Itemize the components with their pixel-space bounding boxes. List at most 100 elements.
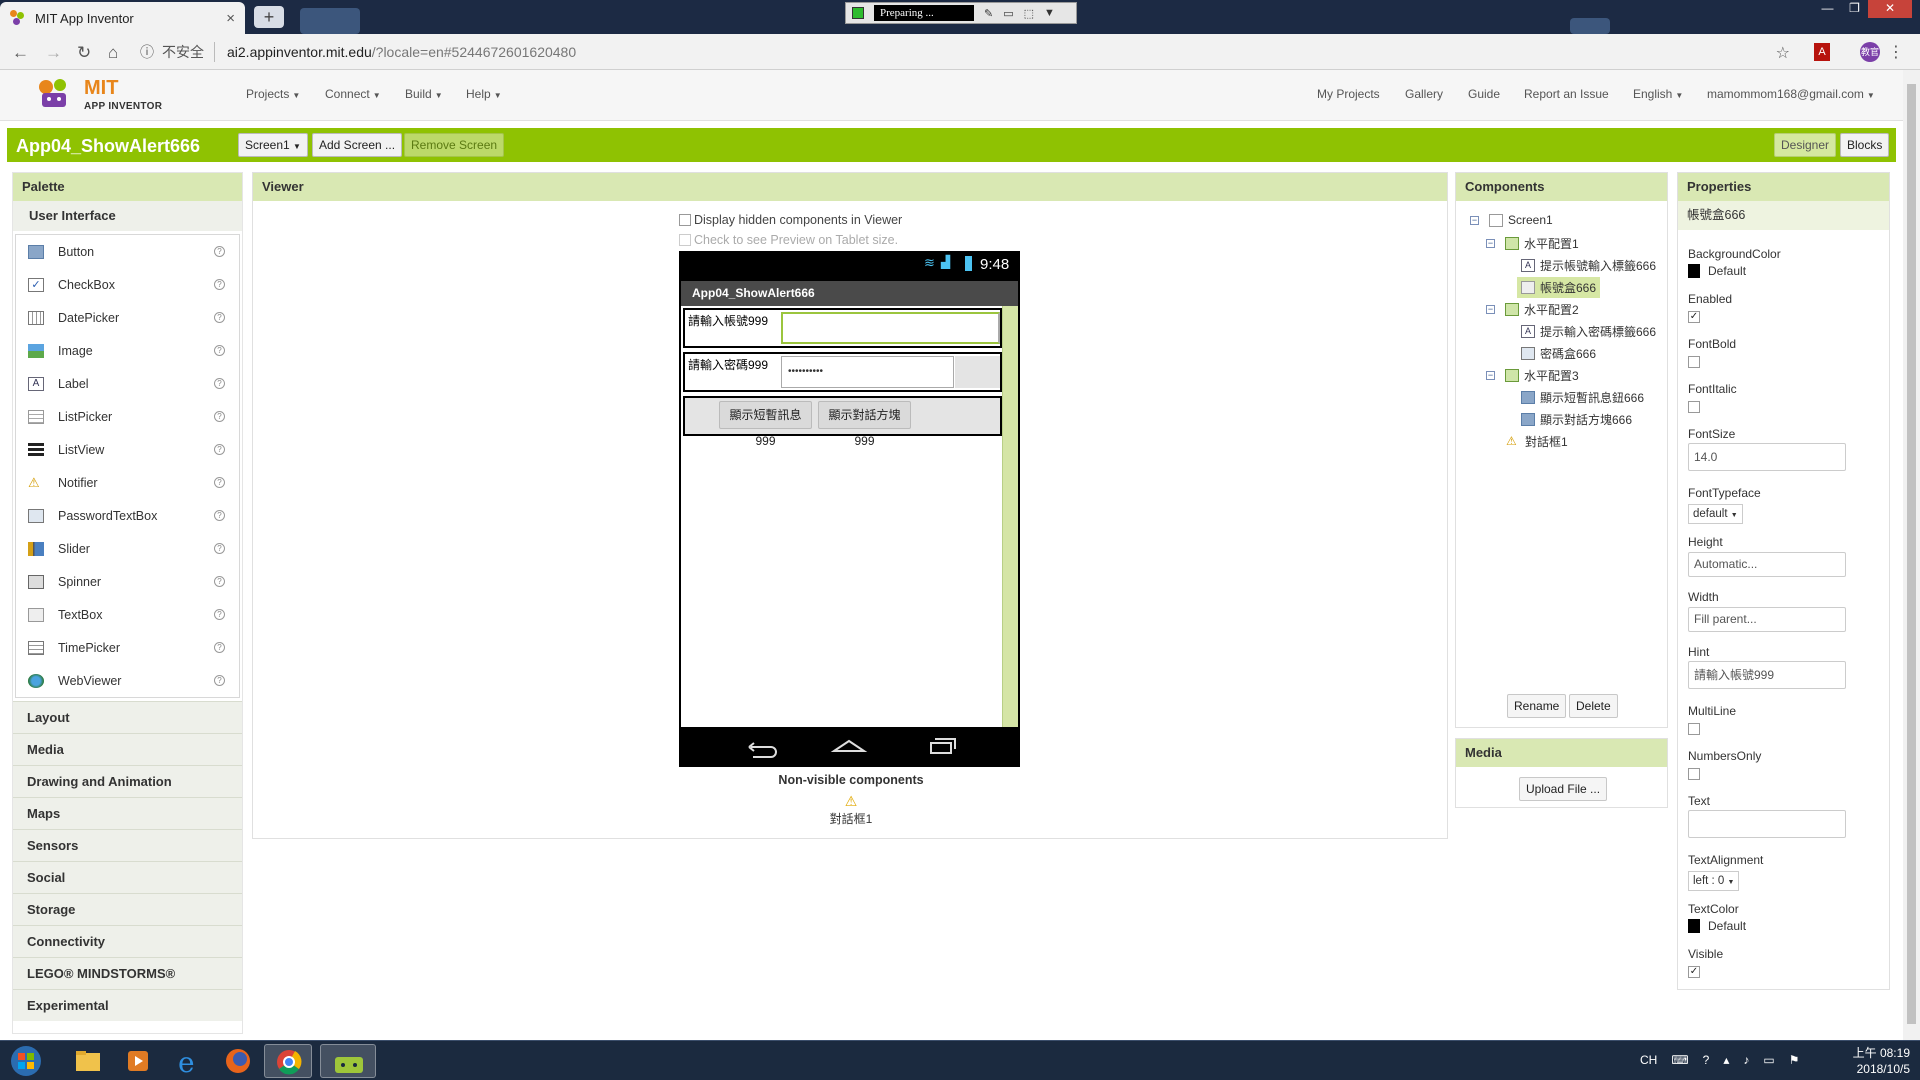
help-icon[interactable]: ? <box>214 444 225 455</box>
tree-node[interactable]: − Screen1 <box>1470 213 1553 227</box>
upload-file-button[interactable]: Upload File ... <box>1519 777 1608 801</box>
prop-width-input[interactable]: Fill parent... <box>1688 607 1846 632</box>
firefox-taskbar-icon[interactable] <box>214 1044 262 1078</box>
rename-button[interactable]: Rename <box>1507 694 1567 718</box>
browser-menu-icon[interactable]: ⋮ <box>1888 42 1904 62</box>
account-prompt-label[interactable]: 請輸入帳號999 <box>688 312 768 329</box>
help-icon[interactable]: ? <box>214 642 225 653</box>
prop-fontbold-checkbox[interactable] <box>1688 356 1700 368</box>
close-window-icon[interactable]: ✕ <box>1868 0 1912 18</box>
menu-build[interactable]: Build ▼ <box>405 87 443 101</box>
prop-textcolor[interactable]: Default <box>1688 919 1746 933</box>
tray-overflow-icon[interactable]: ▴ <box>1723 1053 1729 1067</box>
dropdown-arrow-icon[interactable]: ▼ <box>1044 7 1055 19</box>
page-scrollbar[interactable] <box>1903 70 1920 1040</box>
designer-button[interactable]: Designer <box>1774 133 1837 157</box>
palette-item-datepicker[interactable]: DatePicker? <box>16 301 239 334</box>
account-menu[interactable]: mamommom168@gmail.com ▼ <box>1707 87 1875 101</box>
page-scrollbar-thumb[interactable] <box>1907 84 1916 1024</box>
explorer-taskbar-icon[interactable] <box>64 1044 112 1078</box>
prop-fonttypeface-select[interactable]: default ▼ <box>1688 504 1743 524</box>
profile-avatar[interactable]: 教官 <box>1860 42 1880 62</box>
category-layout[interactable]: Layout <box>13 701 242 733</box>
start-button[interactable] <box>4 1044 48 1078</box>
help-icon[interactable]: ? <box>214 246 225 257</box>
prop-text-input[interactable] <box>1688 810 1846 838</box>
category-lego-mindstorms[interactable]: LEGO® MINDSTORMS® <box>13 957 242 989</box>
prop-height-input[interactable]: Automatic... <box>1688 552 1846 577</box>
palette-item-webviewer[interactable]: WebViewer? <box>16 664 239 697</box>
new-tab-button[interactable]: + <box>254 6 284 28</box>
tree-node[interactable]: − 水平配置1 <box>1486 235 1579 252</box>
prop-textalignment-select[interactable]: left : 0 ▼ <box>1688 871 1740 891</box>
remove-screen-button[interactable]: Remove Screen <box>404 133 505 157</box>
show-dialog-button[interactable]: 顯示對話方塊999 <box>818 401 911 448</box>
collapse-toggle-icon[interactable]: − <box>1486 371 1495 380</box>
link-my-projects[interactable]: My Projects <box>1317 87 1380 101</box>
info-icon[interactable]: ⓘ <box>140 42 154 62</box>
language-menu[interactable]: English ▼ <box>1633 87 1683 101</box>
bookmark-star-icon[interactable]: ☆ <box>1776 43 1790 63</box>
category-drawing-and-animation[interactable]: Drawing and Animation <box>13 765 242 797</box>
phone-scrollbar[interactable] <box>1002 306 1018 727</box>
help-icon[interactable]: ? <box>214 279 225 290</box>
blocks-button[interactable]: Blocks <box>1840 133 1890 157</box>
help-icon[interactable]: ? <box>214 510 225 521</box>
palette-item-slider[interactable]: Slider? <box>16 532 239 565</box>
palette-item-passwordtextbox[interactable]: PasswordTextBox? <box>16 499 239 532</box>
tree-node[interactable]: A 提示帳號輸入標籤666 <box>1521 257 1656 274</box>
palette-item-listview[interactable]: ListView? <box>16 433 239 466</box>
camera-icon[interactable]: ▭ <box>1003 7 1013 20</box>
palette-item-textbox[interactable]: TextBox? <box>16 598 239 631</box>
flag-icon[interactable]: ⚑ <box>1789 1053 1800 1067</box>
password-prompt-label[interactable]: 請輸入密碼999 <box>688 356 768 373</box>
palette-item-spinner[interactable]: Spinner? <box>16 565 239 598</box>
tablet-preview-option[interactable]: Check to see Preview on Tablet size. <box>679 233 898 247</box>
browser-tab[interactable]: MIT App Inventor × <box>0 2 245 34</box>
help-icon[interactable]: ? <box>214 378 225 389</box>
palette-item-label[interactable]: A Label? <box>16 367 239 400</box>
link-guide[interactable]: Guide <box>1468 87 1500 101</box>
prop-enabled-checkbox[interactable]: ✓ <box>1688 311 1700 323</box>
input-language[interactable]: CH <box>1640 1053 1657 1067</box>
ie-taskbar-icon[interactable]: e <box>164 1044 212 1079</box>
link-report-issue[interactable]: Report an Issue <box>1524 87 1609 101</box>
palette-item-listpicker[interactable]: ListPicker? <box>16 400 239 433</box>
category-social[interactable]: Social <box>13 861 242 893</box>
category-maps[interactable]: Maps <box>13 797 242 829</box>
reload-icon[interactable]: ↻ <box>77 43 91 63</box>
palette-item-image[interactable]: Image? <box>16 334 239 367</box>
network-icon[interactable]: ▭ <box>1763 1053 1774 1067</box>
collapse-toggle-icon[interactable]: − <box>1470 215 1479 225</box>
horizontal-arrangement-3[interactable]: 顯示短暫訊息999 顯示對話方塊999 <box>683 396 1002 448</box>
prop-fontitalic-checkbox[interactable] <box>1688 401 1700 413</box>
horizontal-arrangement-1[interactable]: 請輸入帳號999 <box>683 308 1002 348</box>
category-user-interface[interactable]: User Interface <box>13 201 242 231</box>
tree-node[interactable]: 帳號盒666 <box>1517 277 1601 298</box>
prop-numbersonly-checkbox[interactable] <box>1688 768 1700 780</box>
screen-select[interactable]: Screen1 ▼ <box>238 133 308 157</box>
password-textbox[interactable]: •••••••••• <box>781 356 954 388</box>
prop-backgroundcolor[interactable]: Default <box>1688 264 1746 278</box>
prop-hint-input[interactable]: 請輸入帳號999 <box>1688 661 1846 689</box>
select-region-icon[interactable]: ⬚ <box>1024 7 1034 20</box>
tree-node[interactable]: ⚠ 對話框1 <box>1506 433 1568 450</box>
url-field[interactable]: ⓘ 不安全 ai2.appinventor.mit.edu /?locale=e… <box>140 39 1780 65</box>
restore-icon[interactable]: ❐ <box>1841 0 1868 18</box>
category-media[interactable]: Media <box>13 733 242 765</box>
help-icon[interactable]: ? <box>1703 1053 1710 1067</box>
forward-icon[interactable]: → <box>45 43 62 63</box>
prop-fontsize-input[interactable]: 14.0 <box>1688 443 1846 471</box>
minimize-icon[interactable]: — <box>1814 0 1841 18</box>
nonvisible-notifier[interactable]: ⚠ 對話框1 <box>253 793 1449 827</box>
tree-node[interactable]: A 提示輸入密碼標籤666 <box>1521 323 1656 340</box>
horizontal-arrangement-2[interactable]: 請輸入密碼999 •••••••••• <box>683 352 1002 392</box>
chrome-taskbar-icon[interactable] <box>264 1044 312 1078</box>
media-player-taskbar-icon[interactable] <box>114 1044 162 1078</box>
palette-item-timepicker[interactable]: TimePicker? <box>16 631 239 664</box>
help-icon[interactable]: ? <box>214 477 225 488</box>
menu-projects[interactable]: Projects ▼ <box>246 87 300 101</box>
collapse-toggle-icon[interactable]: − <box>1486 239 1495 248</box>
palette-item-notifier[interactable]: ⚠ Notifier? <box>16 466 239 499</box>
clock[interactable]: 上午 08:19 2018/10/5 <box>1853 1045 1910 1077</box>
